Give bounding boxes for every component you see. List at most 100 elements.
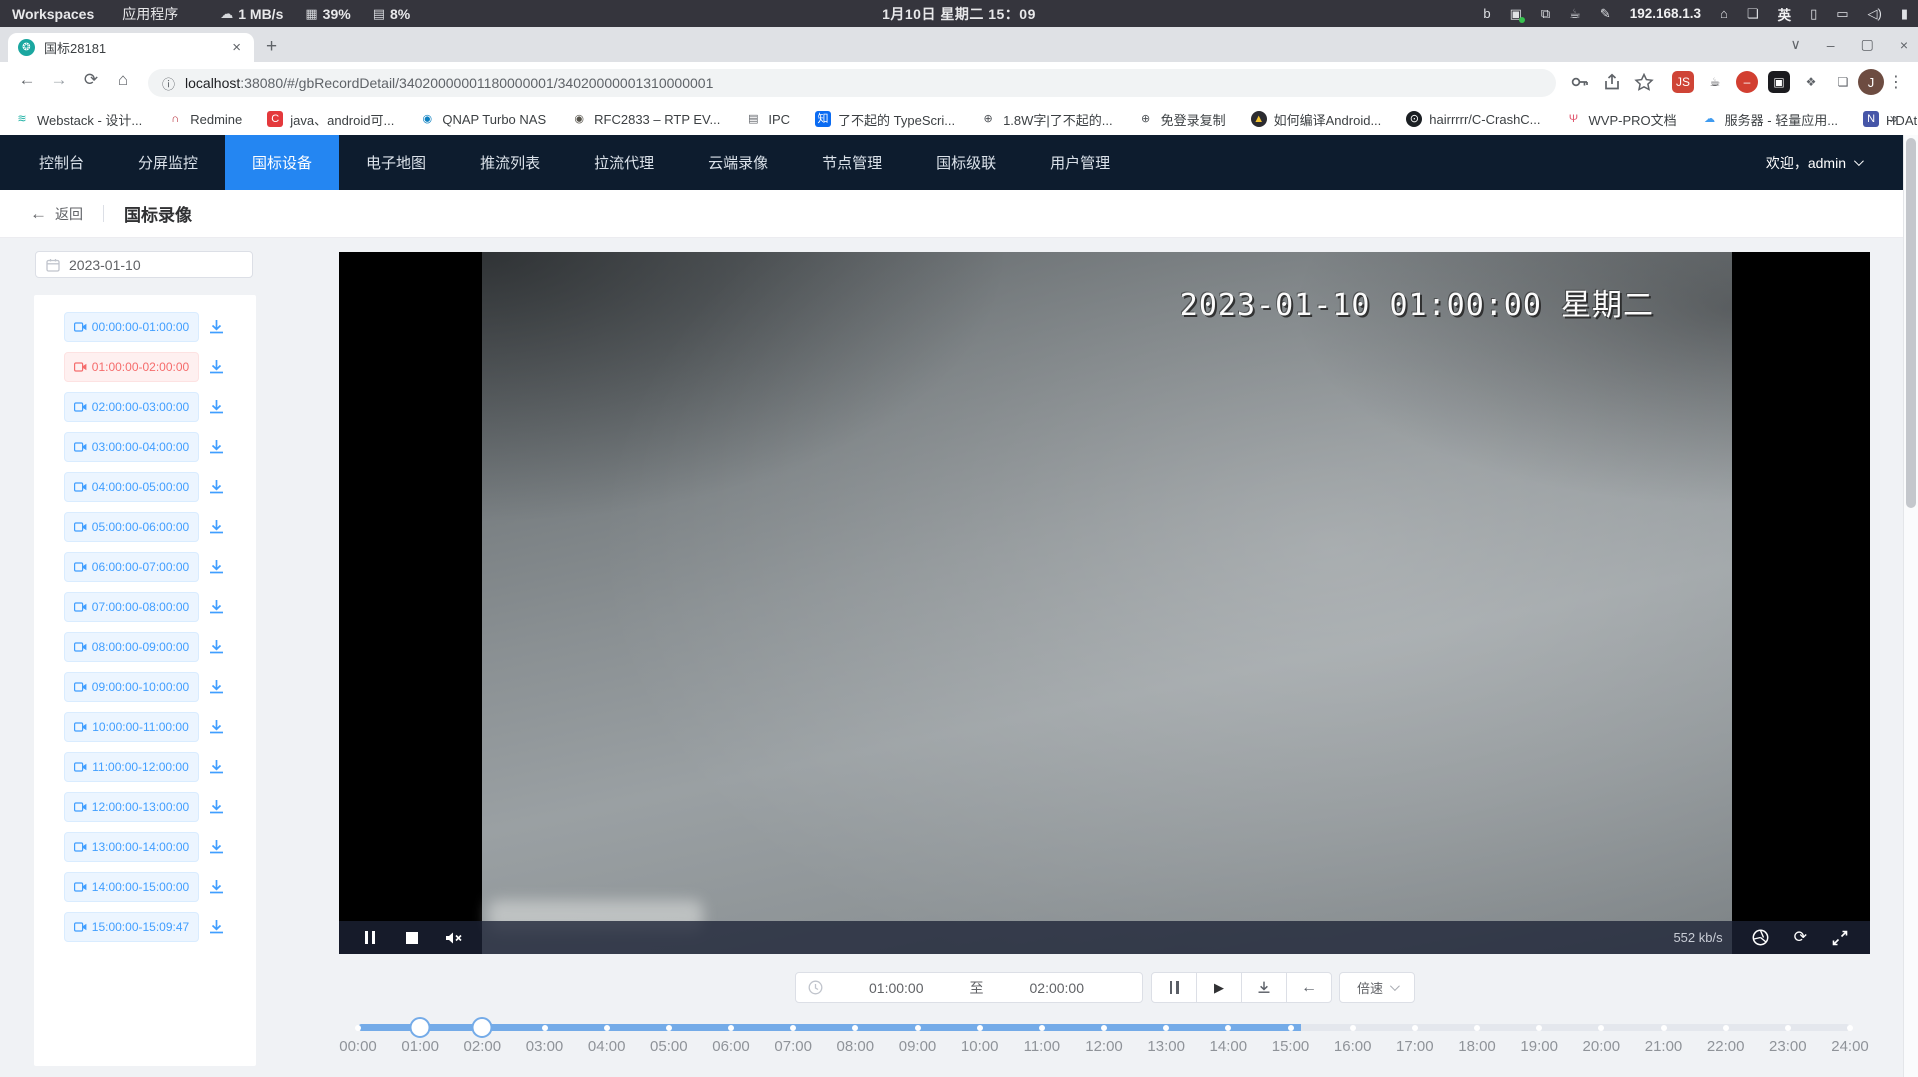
nav-tab[interactable]: 电子地图 bbox=[339, 135, 453, 190]
back-button[interactable]: ← bbox=[14, 70, 40, 90]
end-time-value[interactable]: 02:00:00 bbox=[984, 980, 1131, 996]
bing-icon[interactable]: b bbox=[1483, 6, 1490, 21]
recording-segment-button[interactable]: 08:00:00-09:00:00 bbox=[64, 632, 199, 662]
workspace-switcher-icon[interactable]: ❏ bbox=[1747, 6, 1759, 22]
time-range-picker[interactable]: 01:00:00 至 02:00:00 bbox=[795, 972, 1143, 1003]
start-time-value[interactable]: 01:00:00 bbox=[823, 980, 970, 996]
download-icon[interactable] bbox=[207, 878, 226, 897]
recording-segment-button[interactable]: 05:00:00-06:00:00 bbox=[64, 512, 199, 542]
download-icon[interactable] bbox=[207, 718, 226, 737]
bookmark-item[interactable]: ▤ IPC bbox=[745, 111, 790, 127]
download-icon[interactable] bbox=[207, 398, 226, 417]
download-icon[interactable] bbox=[207, 918, 226, 937]
cup-extension-icon[interactable]: ☕ bbox=[1704, 71, 1726, 93]
seek-back-button[interactable]: ← bbox=[1286, 972, 1332, 1003]
share-icon[interactable] bbox=[1602, 73, 1622, 91]
bookmark-item[interactable]: ⊕ 免登录复制 bbox=[1138, 110, 1226, 129]
browser-menu-icon[interactable]: ⋮ bbox=[1888, 72, 1904, 92]
fullscreen-icon[interactable] bbox=[1832, 930, 1848, 946]
playback-speed-dropdown[interactable]: 倍速 bbox=[1339, 972, 1415, 1003]
notes-app-icon[interactable]: ▣ bbox=[1510, 6, 1522, 22]
recording-segment-button[interactable]: 10:00:00-11:00:00 bbox=[64, 712, 199, 742]
minimize-button[interactable]: – bbox=[1827, 37, 1835, 53]
address-bar[interactable]: ⓘ localhost:38080/#/gbRecordDetail/34020… bbox=[148, 69, 1556, 97]
date-picker-input[interactable]: 2023-01-10 bbox=[35, 251, 253, 278]
snapshot-icon[interactable] bbox=[1752, 929, 1769, 946]
close-window-button[interactable]: × bbox=[1900, 37, 1908, 53]
bookmark-item[interactable]: Ψ WVP-PRO文档 bbox=[1566, 110, 1677, 129]
bookmark-item[interactable]: ⊕ 1.8W字|了不起的... bbox=[980, 110, 1113, 129]
clipboard-icon[interactable]: ⧉ bbox=[1541, 6, 1550, 22]
site-info-icon[interactable]: ⓘ bbox=[162, 74, 175, 93]
download-icon[interactable] bbox=[207, 798, 226, 817]
keyboard-layout-indicator[interactable]: 英 bbox=[1778, 4, 1792, 24]
download-icon[interactable] bbox=[207, 358, 226, 377]
bookmark-item[interactable]: ◉ QNAP Turbo NAS bbox=[419, 111, 546, 127]
coffee-icon[interactable]: ☕ bbox=[1569, 6, 1581, 22]
back-arrow-icon[interactable]: ← bbox=[30, 204, 47, 224]
nav-tab[interactable]: 推流列表 bbox=[453, 135, 567, 190]
tab-close-icon[interactable]: × bbox=[229, 39, 244, 56]
blocker-extension-icon[interactable]: – bbox=[1736, 71, 1758, 93]
nav-tab[interactable]: 国标设备 bbox=[225, 135, 339, 190]
recording-segment-button[interactable]: 15:00:00-15:09:47 bbox=[64, 912, 199, 942]
ip-address[interactable]: 192.168.1.3 bbox=[1630, 6, 1701, 21]
recording-segment-button[interactable]: 02:00:00-03:00:00 bbox=[64, 392, 199, 422]
system-clock[interactable]: 1月10日 星期二 15：09 bbox=[882, 4, 1036, 24]
workspaces-button[interactable]: Workspaces bbox=[12, 6, 94, 22]
page-scrollbar[interactable] bbox=[1903, 135, 1918, 1077]
bookmark-item[interactable]: ∩ Redmine bbox=[167, 111, 242, 127]
new-tab-button[interactable]: + bbox=[266, 35, 277, 59]
player-pause-icon[interactable] bbox=[361, 930, 379, 946]
download-icon[interactable] bbox=[207, 558, 226, 577]
timeline-handle[interactable] bbox=[472, 1017, 493, 1038]
download-icon[interactable] bbox=[207, 758, 226, 777]
download-icon[interactable] bbox=[207, 318, 226, 337]
nav-tab[interactable]: 用户管理 bbox=[1023, 135, 1137, 190]
scrollbar-thumb[interactable] bbox=[1906, 138, 1916, 508]
timeline-handle[interactable] bbox=[410, 1017, 431, 1038]
frame-extension-icon[interactable]: ❏ bbox=[1832, 71, 1854, 93]
download-icon[interactable] bbox=[207, 518, 226, 537]
bookmark-item[interactable]: ◉ RFC2833 – RTP EV... bbox=[571, 111, 720, 127]
recording-segment-button[interactable]: 04:00:00-05:00:00 bbox=[64, 472, 199, 502]
display-icon[interactable]: ▭ bbox=[1836, 6, 1848, 22]
battery-icon[interactable]: ▮ bbox=[1901, 6, 1908, 22]
bookmark-item[interactable]: ▲ 如何编译Android... bbox=[1251, 110, 1382, 129]
recording-segment-button[interactable]: 00:00:00-01:00:00 bbox=[64, 312, 199, 342]
recording-segment-button[interactable]: 14:00:00-15:00:00 bbox=[64, 872, 199, 902]
download-icon[interactable] bbox=[207, 438, 226, 457]
nav-tab[interactable]: 云端录像 bbox=[681, 135, 795, 190]
recording-segment-button[interactable]: 03:00:00-04:00:00 bbox=[64, 432, 199, 462]
nav-tab[interactable]: 分屏监控 bbox=[111, 135, 225, 190]
bookmark-item[interactable]: C java、android可... bbox=[267, 110, 394, 129]
bookmark-item[interactable]: ≋ Webstack - 设计... bbox=[14, 110, 142, 129]
nav-tab[interactable]: 控制台 bbox=[12, 135, 111, 190]
bookmark-item[interactable]: 知 了不起的 TypeScri... bbox=[815, 110, 955, 129]
pause-button[interactable] bbox=[1151, 972, 1197, 1003]
applications-button[interactable]: 应用程序 bbox=[122, 4, 178, 24]
player-stop-icon[interactable] bbox=[403, 930, 421, 946]
bookmark-item[interactable]: ⊙ hairrrrr/C-CrashC... bbox=[1406, 111, 1540, 127]
reload-button[interactable]: ⟳ bbox=[78, 70, 104, 90]
forward-button[interactable]: → bbox=[46, 70, 72, 90]
browser-tab[interactable]: ❂ 国标28181 × bbox=[8, 33, 254, 62]
back-button-label[interactable]: 返回 bbox=[55, 204, 83, 224]
puzzle-extensions-icon[interactable]: ❖ bbox=[1800, 71, 1822, 93]
recording-segment-button[interactable]: 13:00:00-14:00:00 bbox=[64, 832, 199, 862]
profile-avatar[interactable]: J bbox=[1858, 69, 1884, 95]
user-menu[interactable]: 欢迎，admin bbox=[1766, 135, 1903, 190]
password-key-icon[interactable] bbox=[1570, 73, 1590, 91]
home-icon[interactable]: ⌂ bbox=[1720, 6, 1728, 21]
restore-button[interactable]: ▢ bbox=[1861, 36, 1874, 53]
bookmark-item[interactable]: ☁ 服务器 - 轻量应用... bbox=[1702, 110, 1838, 129]
phone-link-icon[interactable]: ▯ bbox=[1810, 6, 1817, 22]
nav-tab[interactable]: 节点管理 bbox=[795, 135, 909, 190]
tab-search-button[interactable]: ∨ bbox=[1791, 36, 1801, 53]
recording-segment-button[interactable]: 01:00:00-02:00:00 bbox=[64, 352, 199, 382]
js-extension-icon[interactable]: JS bbox=[1672, 71, 1694, 93]
download-icon[interactable] bbox=[207, 598, 226, 617]
nav-tab[interactable]: 国标级联 bbox=[909, 135, 1023, 190]
pen-tool-icon[interactable]: ✎ bbox=[1600, 6, 1611, 22]
refresh-icon[interactable]: ⟳ bbox=[1794, 930, 1807, 946]
